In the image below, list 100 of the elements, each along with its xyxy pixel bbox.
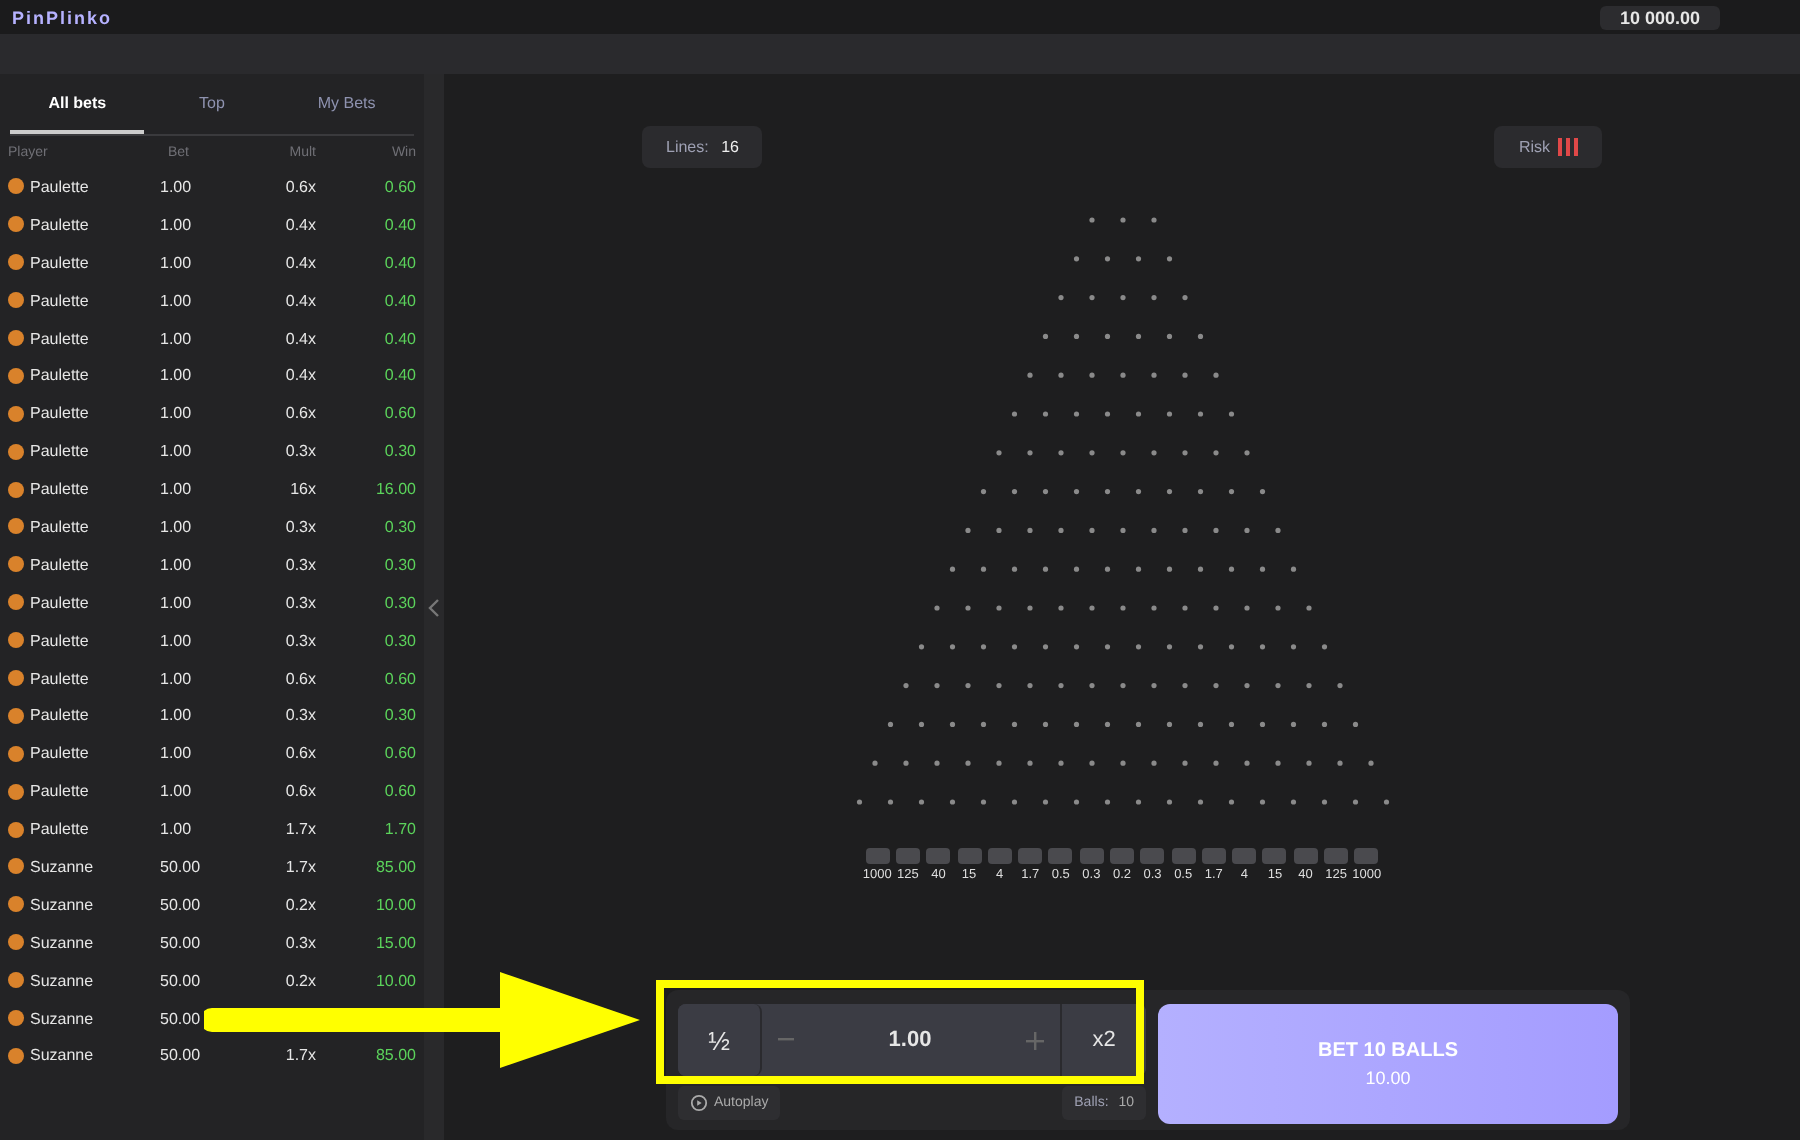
win-amount: 0.30 <box>382 706 416 725</box>
avatar-icon <box>8 443 24 460</box>
multiplier: 0.6x <box>283 177 316 196</box>
bets-tab[interactable]: All bets <box>10 74 145 134</box>
avatar-icon <box>8 632 24 649</box>
win-amount: 1.70 <box>382 820 416 839</box>
avatar-icon <box>8 556 24 573</box>
bet-amount: 1.00 <box>160 404 194 423</box>
bucket-slot <box>1140 848 1165 865</box>
player-name: Paulette <box>30 291 89 310</box>
avatar-icon <box>8 292 24 309</box>
multiplier: 0.3x <box>283 593 316 612</box>
avatar-icon <box>8 481 24 498</box>
bet-amount: 1.00 <box>160 329 194 347</box>
half-button[interactable]: ½ <box>678 1004 762 1076</box>
win-amount: 0.30 <box>382 442 416 461</box>
player-name: Paulette <box>30 782 89 801</box>
bet-amount: 1.00 <box>160 782 194 801</box>
multiplier: 0.4x <box>283 215 316 234</box>
multiplier: 0.2x <box>283 895 316 914</box>
win-amount: 0.30 <box>382 517 416 536</box>
bucket-slot <box>957 848 982 865</box>
avatar-icon <box>8 405 24 422</box>
bets-tab[interactable]: Top <box>144 74 280 134</box>
avatar-icon <box>8 1047 24 1064</box>
bet-amount: 50.00 <box>160 857 203 876</box>
autoplay-icon <box>690 1094 708 1112</box>
avatar-icon <box>8 1010 24 1027</box>
bucket-slot <box>1232 848 1257 865</box>
bucket-slot <box>1110 848 1134 865</box>
minus-icon[interactable] <box>778 1038 794 1042</box>
player-name: Paulette <box>30 329 89 347</box>
bet-amount: 1.00 <box>160 442 194 461</box>
bet-amount: 1.00 <box>160 253 194 272</box>
win-amount: 0.40 <box>382 291 416 310</box>
avatar-icon <box>8 330 24 346</box>
win-amount: 0.60 <box>382 744 416 763</box>
bet-amount: 50.00 <box>160 895 203 914</box>
player-name: Paulette <box>30 480 89 499</box>
multiplier: 0.4x <box>283 366 316 385</box>
bet-amount: 1.00 <box>160 820 194 839</box>
balance-display: 10 000.00 <box>1599 5 1720 29</box>
bucket-slot <box>1262 848 1287 865</box>
win-amount: 0.30 <box>382 555 416 574</box>
bets-tab[interactable]: My Bets <box>279 74 414 134</box>
risk-selector[interactable]: Risk <box>1494 126 1602 168</box>
win-amount: 0.40 <box>382 215 416 234</box>
bucket-slot <box>987 848 1012 865</box>
bucket-slot <box>1018 848 1043 865</box>
bet-amount: 1.00 <box>160 177 194 196</box>
multiplier: 0.3x <box>283 933 316 952</box>
lines-selector[interactable]: Lines: 16 <box>642 126 763 168</box>
win-amount: 0.30 <box>382 593 416 612</box>
win-amount: 10.00 <box>373 895 416 914</box>
multiplier: 1.7x <box>283 857 316 876</box>
bet-amount: 1.00 <box>160 631 194 650</box>
multiplier: 0.6x <box>283 669 316 688</box>
player-name: Paulette <box>30 820 89 839</box>
win-amount: 0.30 <box>382 631 416 650</box>
bucket-slot <box>1201 848 1226 865</box>
bet-amount: 1.00 <box>160 366 194 385</box>
player-name: Paulette <box>30 744 89 763</box>
player-name: Paulette <box>30 442 89 461</box>
player-name: Suzanne <box>30 971 94 990</box>
avatar-icon <box>8 216 24 233</box>
player-name: Paulette <box>30 253 89 272</box>
bet-amount: 1.00 <box>160 555 194 574</box>
multiplier: 0.3x <box>283 555 316 574</box>
multiplier: 0.2x <box>283 971 316 990</box>
win-amount: 0.60 <box>382 782 416 801</box>
bet-amount: 1.00 <box>160 215 194 234</box>
bet-amount: 1.00 <box>160 706 194 725</box>
avatar-icon <box>8 934 24 951</box>
plus-icon[interactable] <box>1025 1031 1044 1049</box>
player-name: Paulette <box>30 404 89 423</box>
avatar-icon <box>8 821 24 838</box>
multiplier: 0.3x <box>283 517 316 536</box>
avatar-icon <box>8 178 24 195</box>
avatar-icon <box>8 896 24 913</box>
avatar-icon <box>8 707 24 724</box>
player-name: Paulette <box>30 177 89 196</box>
win-amount: 0.40 <box>382 329 416 347</box>
bet-amount: 1.00 <box>160 517 194 536</box>
avatar-icon <box>8 670 24 687</box>
player-name: Paulette <box>30 555 89 574</box>
avatar-icon <box>8 783 24 800</box>
avatar-icon <box>8 518 24 535</box>
multiplier: 16x <box>288 480 316 499</box>
bet-amount: 50.00 <box>160 971 203 990</box>
bucket-slot <box>1048 848 1073 865</box>
win-amount: 0.60 <box>382 404 416 423</box>
collapse-icon[interactable] <box>428 597 440 617</box>
player-name: Suzanne <box>30 857 94 876</box>
multiplier: 0.4x <box>283 291 316 310</box>
multiplier: 1.7x <box>283 1046 316 1065</box>
win-amount: 0.60 <box>382 669 416 688</box>
avatar-icon <box>8 745 24 762</box>
win-amount: 10.00 <box>373 971 416 990</box>
multiplier: 0.4x <box>283 253 316 272</box>
bet-amount: 1.00 <box>160 744 194 763</box>
